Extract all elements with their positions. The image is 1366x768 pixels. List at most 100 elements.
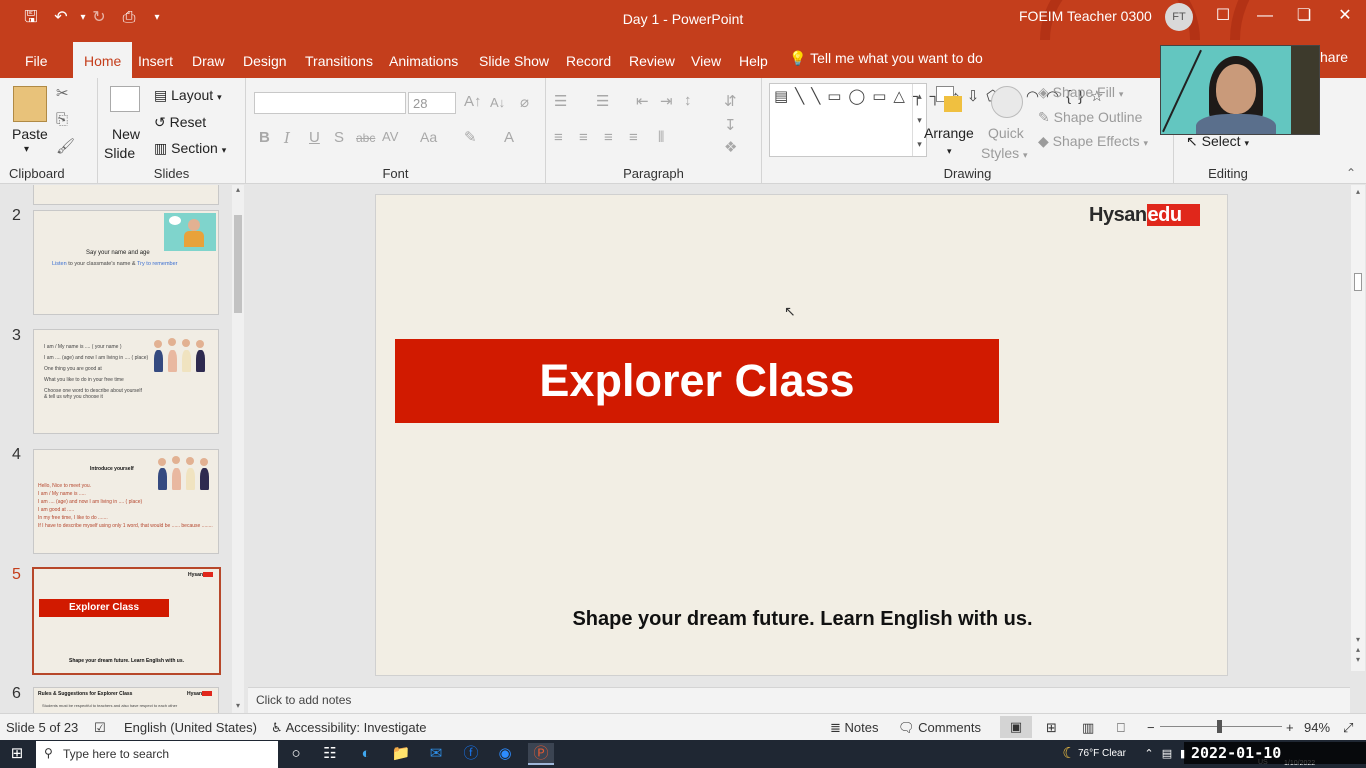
edge-icon[interactable]: ◐	[355, 743, 377, 765]
reset-button[interactable]: ↺ Reset	[154, 114, 206, 131]
quick-styles-icon[interactable]	[991, 86, 1023, 118]
prev-next-slide-icon[interactable]: ▾ ▴ ▾	[1351, 635, 1365, 665]
mail-icon[interactable]: ✉	[425, 743, 447, 765]
new-slide-button[interactable]: New	[112, 126, 140, 142]
slide-thumbnail-3[interactable]: I am / My name is .... ( your name ) I a…	[33, 329, 219, 434]
fit-to-window-icon[interactable]: ⤢	[1343, 720, 1353, 736]
layout-button[interactable]: ▤ Layout ▾	[154, 87, 222, 104]
slide-thumbnail-1[interactable]	[33, 185, 219, 205]
file-explorer-icon[interactable]: 📁	[390, 743, 412, 765]
ribbon-display-icon[interactable]: ☐	[1210, 5, 1236, 27]
quick-styles-label[interactable]: Styles ▾	[981, 145, 1028, 161]
scroll-down-icon[interactable]: ▾	[232, 701, 244, 713]
bullets-icon[interactable]: ☰	[554, 92, 567, 110]
windows-start-icon[interactable]: ⊞	[6, 743, 28, 765]
font-family-combo[interactable]	[254, 92, 406, 114]
weather-text[interactable]: 76°F Clear	[1078, 743, 1126, 765]
editor-scrollbar[interactable]: ▴ ▾ ▴ ▾	[1351, 185, 1365, 671]
taskbar-search-input[interactable]: ⚲ Type here to search	[36, 741, 278, 768]
font-color-icon[interactable]: A	[504, 129, 514, 146]
tab-animations[interactable]: Animations	[389, 53, 458, 69]
scrollbar-thumb[interactable]	[1354, 273, 1362, 291]
paste-dropdown-icon[interactable]: ▾	[24, 144, 29, 155]
font-size-combo[interactable]: 28	[408, 92, 456, 114]
scroll-up-icon[interactable]: ▴	[232, 185, 244, 197]
avatar[interactable]: FT	[1165, 3, 1193, 31]
shapes-gallery[interactable]: ▤╲╲▭◯▭△┐┐⇨⇩⬠✧◠◠{}☆ ▴▾▾	[769, 83, 1104, 157]
tab-view[interactable]: View	[691, 53, 721, 69]
comments-button[interactable]: 🗨 Comments	[898, 720, 981, 736]
slide-thumbnail-2[interactable]: Say your name and age Listen to your cla…	[33, 210, 219, 315]
italic-icon[interactable]: I	[284, 129, 290, 147]
task-view-icon[interactable]: ☷	[319, 743, 341, 765]
new-slide-button-label[interactable]: Slide	[104, 145, 135, 161]
new-slide-icon[interactable]	[110, 86, 140, 112]
select-button[interactable]: ↖ Select ▾	[1186, 133, 1249, 150]
cut-icon[interactable]: ✂	[56, 84, 69, 102]
zoom-app-icon[interactable]: ◉	[494, 743, 516, 765]
quick-styles-button[interactable]: Quick	[988, 125, 1024, 141]
section-button[interactable]: ▥ Section ▾	[154, 140, 226, 157]
arrange-button[interactable]: Arrange	[924, 125, 974, 141]
slide-title-banner[interactable]: Explorer Class	[395, 339, 999, 423]
language-indicator[interactable]: English (United States)	[124, 720, 257, 735]
tab-transitions[interactable]: Transitions	[305, 53, 373, 69]
arrange-icon[interactable]	[934, 84, 966, 114]
paste-button[interactable]: Paste	[12, 126, 48, 142]
scrollbar-thumb[interactable]	[234, 215, 242, 313]
shape-outline-button[interactable]: ✎ Shape Outline	[1038, 109, 1142, 126]
current-slide[interactable]: Hysanedu Explorer Class Shape your dream…	[375, 194, 1228, 676]
share-button[interactable]: hare	[1320, 49, 1348, 65]
numbering-icon[interactable]: ☰	[596, 92, 609, 110]
spell-check-icon[interactable]: ☑	[94, 720, 106, 736]
tab-file[interactable]: File	[25, 53, 48, 69]
underline-icon[interactable]: U	[309, 129, 320, 146]
format-painter-icon[interactable]: 🖌	[56, 137, 75, 155]
arrange-dropdown-icon[interactable]: ▾	[947, 146, 952, 157]
copy-icon[interactable]: ⎘	[56, 111, 68, 128]
slide-thumbnail-4[interactable]: Introduce yourself Hello, Nice to meet y…	[33, 449, 219, 554]
reading-view-icon[interactable]: ▥	[1082, 720, 1094, 736]
powerpoint-taskbar-icon[interactable]: Ⓟ	[528, 743, 554, 765]
smartart-icon[interactable]: ❖	[724, 138, 737, 156]
align-right-icon[interactable]: ≡	[604, 129, 613, 146]
tab-insert[interactable]: Insert	[138, 53, 173, 69]
thumbnail-scrollbar[interactable]: ▴ ▾	[232, 185, 244, 713]
normal-view-icon[interactable]: ▣	[1000, 716, 1032, 738]
gallery-scroll-icon[interactable]: ▴ ▾ ▾	[912, 84, 926, 156]
tab-help[interactable]: Help	[739, 53, 768, 69]
tell-me-search[interactable]: 💡 Tell me what you want to do	[789, 50, 983, 67]
facebook-icon[interactable]: ⓕ	[460, 743, 482, 765]
tab-draw[interactable]: Draw	[192, 53, 225, 69]
slide-thumbnail-6[interactable]: Rules & Suggestions for Explorer Class H…	[33, 687, 219, 713]
align-text-icon[interactable]: ↧	[724, 116, 737, 134]
zoom-in-icon[interactable]: +	[1286, 720, 1294, 735]
bold-icon[interactable]: B	[259, 129, 270, 146]
columns-icon[interactable]: ⫴	[658, 129, 664, 146]
tab-slide-show[interactable]: Slide Show	[479, 53, 549, 69]
increase-font-icon[interactable]: A↑	[464, 93, 482, 110]
align-center-icon[interactable]: ≡	[579, 129, 588, 146]
decrease-indent-icon[interactable]: ⇤	[636, 92, 649, 110]
paste-icon[interactable]	[13, 86, 47, 122]
notes-button[interactable]: ≣ Notes	[830, 720, 879, 736]
collapse-ribbon-icon[interactable]: ⌃	[1346, 166, 1356, 180]
tab-home[interactable]: Home	[73, 42, 133, 78]
align-left-icon[interactable]: ≡	[554, 129, 563, 146]
tab-review[interactable]: Review	[629, 53, 675, 69]
highlight-icon[interactable]: ✎	[464, 128, 477, 146]
zoom-out-icon[interactable]: −	[1147, 720, 1155, 735]
char-spacing-icon[interactable]: AV	[382, 129, 398, 144]
restore-icon[interactable]: ❏	[1291, 5, 1317, 27]
shadow-icon[interactable]: S	[334, 129, 344, 146]
strikethrough-icon[interactable]: abc	[356, 131, 375, 145]
tab-design[interactable]: Design	[243, 53, 287, 69]
scroll-up-icon[interactable]: ▴	[1351, 187, 1365, 196]
increase-indent-icon[interactable]: ⇥	[660, 92, 673, 110]
cortana-icon[interactable]: ○	[285, 743, 307, 765]
line-spacing-icon[interactable]: ↕	[684, 92, 692, 109]
clear-format-icon[interactable]: ⌀	[520, 93, 529, 111]
zoom-slider[interactable]	[1160, 720, 1282, 733]
change-case-icon[interactable]: Aa	[420, 129, 437, 145]
user-name[interactable]: FOEIM Teacher 0300	[1019, 8, 1152, 24]
